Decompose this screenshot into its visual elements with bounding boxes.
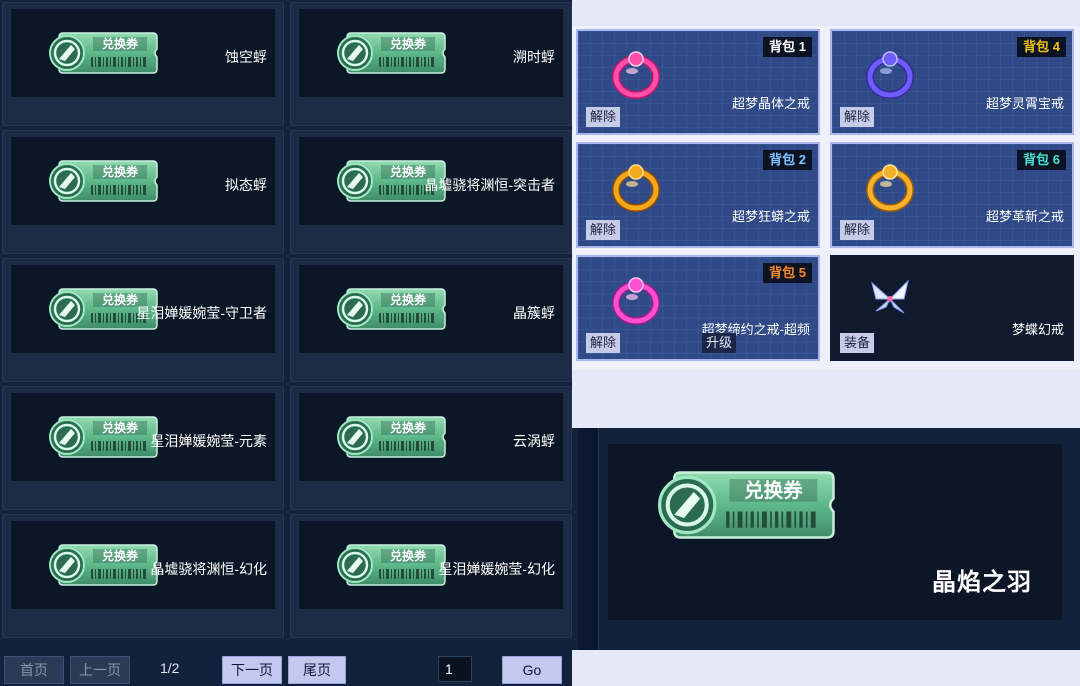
voucher-card: 兑换券 蚀空蜉 [11,9,275,97]
voucher-item-name: 星泪婵媛婉莹-元素 [150,433,267,449]
voucher-list-item[interactable]: 兑换券 星泪婵媛婉莹-守卫者 [2,258,284,382]
voucher-ticket-icon: 兑换券 [49,413,161,461]
svg-text:兑换券: 兑换券 [102,420,139,435]
unequip-button[interactable]: 解除 [586,220,621,240]
voucher-detail-panel: 兑换券 晶焰之羽 [572,428,1080,650]
go-button[interactable]: Go [502,656,562,684]
equipment-name: 超梦灵霄宝戒 [985,96,1064,111]
gold-serpent-ring-icon [606,156,666,216]
voucher-card: 兑换券 星泪婵媛婉莹-守卫者 [11,265,275,353]
voucher-item-name: 星泪婵媛婉莹-守卫者 [136,305,267,321]
svg-text:兑换券: 兑换券 [102,292,139,307]
equipment-grid: 背包 1 超梦晶体之戒 解除 背包 4 超梦灵霄宝戒 解除 背包 2 超梦狂蟒之戒 解除背… [572,26,1080,370]
svg-text:兑换券: 兑换券 [390,292,427,307]
equipment-panel: 背包 1 超梦晶体之戒 解除 背包 4 超梦灵霄宝戒 解除 背包 2 超梦狂蟒之戒 解除背… [572,0,1080,686]
svg-text:兑换券: 兑换券 [102,164,139,179]
voucher-ticket-icon: 兑换券 [49,157,161,205]
bag-tag: 背包 5 [763,263,812,283]
equipment-slot[interactable]: 背包 6 超梦革新之戒解除 [830,142,1074,248]
unequip-button[interactable]: 解除 [840,107,875,127]
next-page-button[interactable]: 下一页 [222,656,282,684]
unequip-button[interactable]: 解除 [586,333,621,353]
unequip-button[interactable]: 解除 [586,107,621,127]
voucher-ticket-icon: 兑换券 [337,285,449,333]
voucher-item-name: 晶墟骁将渊恒-突击者 [424,177,555,193]
svg-text:兑换券: 兑换券 [102,36,139,51]
voucher-item-name: 晶墟骁将渊恒-幻化 [150,561,267,577]
voucher-list-panel: 兑换券 蚀空蜉 兑换券 溯时蜉 兑换券 拟态蜉 兑换券 晶墟骁将渊恒-突击者 兑… [0,0,572,686]
first-page-button[interactable]: 首页 [4,656,64,684]
detail-item-name: 晶焰之羽 [932,569,1032,596]
voucher-card: 兑换券 晶墟骁将渊恒-突击者 [299,137,563,225]
voucher-ticket-icon: 兑换券 [337,29,449,77]
equipment-slot[interactable]: 梦蝶幻戒装备 [830,255,1074,361]
voucher-list-item[interactable]: 兑换券 云涡蜉 [290,386,572,510]
voucher-card: 兑换券 晶墟骁将渊恒-幻化 [11,521,275,609]
detail-card: 兑换券 晶焰之羽 [608,444,1062,620]
voucher-item-name: 蚀空蜉 [225,49,267,65]
voucher-ticket-icon: 兑换券 [337,413,449,461]
bag-tag: 背包 4 [1017,37,1066,57]
voucher-card: 兑换券 星泪婵媛婉莹-幻化 [299,521,563,609]
page-indicator: 1/2 [160,660,180,676]
voucher-list-item[interactable]: 兑换券 星泪婵媛婉莹-幻化 [290,514,572,638]
equipment-slot[interactable]: 背包 2 超梦狂蟒之戒解除 [576,142,820,248]
voucher-ticket-icon: 兑换券 [337,541,449,589]
voucher-list-item[interactable]: 兑换券 蚀空蜉 [2,2,284,126]
magenta-band-ring-icon [606,269,666,329]
voucher-card: 兑换券 溯时蜉 [299,9,563,97]
unequip-button[interactable]: 解除 [840,220,875,240]
bag-tag: 背包 2 [763,150,812,170]
detail-scrollbar[interactable] [578,428,599,650]
voucher-item-name: 拟态蜉 [225,177,267,193]
equipment-name: 超梦狂蟒之戒 [731,209,810,224]
equipment-name: 超梦革新之戒 [985,209,1064,224]
equip-button[interactable]: 装备 [840,333,875,353]
voucher-card: 兑换券 拟态蜉 [11,137,275,225]
voucher-list-item[interactable]: 兑换券 晶墟骁将渊恒-突击者 [290,130,572,254]
svg-text:兑换券: 兑换券 [390,548,427,563]
prev-page-button[interactable]: 上一页 [70,656,130,684]
svg-text:兑换券: 兑换券 [102,548,139,563]
voucher-list-item[interactable]: 兑换券 晶墟骁将渊恒-幻化 [2,514,284,638]
page-number-input[interactable] [438,656,472,682]
voucher-card: 兑换券 云涡蜉 [299,393,563,481]
voucher-ticket-icon: 兑换券 [49,29,161,77]
voucher-card: 兑换券 晶簇蜉 [299,265,563,353]
voucher-item-name: 晶簇蜉 [513,305,555,321]
bag-tag: 背包 1 [763,37,812,57]
svg-text:兑换券: 兑换券 [744,479,803,502]
voucher-list-item[interactable]: 兑换券 星泪婵媛婉莹-元素 [2,386,284,510]
upgrade-button[interactable]: 升级 [702,333,737,353]
voucher-list-item[interactable]: 兑换券 溯时蜉 [290,2,572,126]
voucher-item-name: 溯时蜉 [513,49,555,65]
bag-tag: 背包 6 [1017,150,1066,170]
purple-gem-ring-icon [860,43,920,103]
voucher-item-name: 星泪婵媛婉莹-幻化 [438,561,555,577]
svg-text:兑换券: 兑换券 [390,164,427,179]
equipment-name: 梦蝶幻戒 [1011,322,1064,337]
pink-crystal-ring-icon [606,43,666,103]
crystal-butterfly-icon [860,269,920,329]
gold-ring-icon [860,156,920,216]
voucher-list-item[interactable]: 兑换券 晶簇蜉 [290,258,572,382]
last-page-button[interactable]: 尾页 [288,656,346,684]
voucher-ticket-icon: 兑换券 [658,458,840,552]
voucher-card: 兑换券 星泪婵媛婉莹-元素 [11,393,275,481]
pagination-bar: 首页 上一页 1/2 下一页 尾页 Go [0,646,572,686]
voucher-item-name: 云涡蜉 [513,433,555,449]
equipment-slot[interactable]: 背包 1 超梦晶体之戒解除 [576,29,820,135]
voucher-ticket-icon: 兑换券 [49,541,161,589]
svg-text:兑换券: 兑换券 [390,420,427,435]
voucher-list-item[interactable]: 兑换券 拟态蜉 [2,130,284,254]
equipment-name: 超梦晶体之戒 [731,96,810,111]
equipment-slot[interactable]: 背包 5 超梦缔约之戒-超频 解除 升级 [576,255,820,361]
equipment-slot[interactable]: 背包 4 超梦灵霄宝戒解除 [830,29,1074,135]
svg-text:兑换券: 兑换券 [390,36,427,51]
